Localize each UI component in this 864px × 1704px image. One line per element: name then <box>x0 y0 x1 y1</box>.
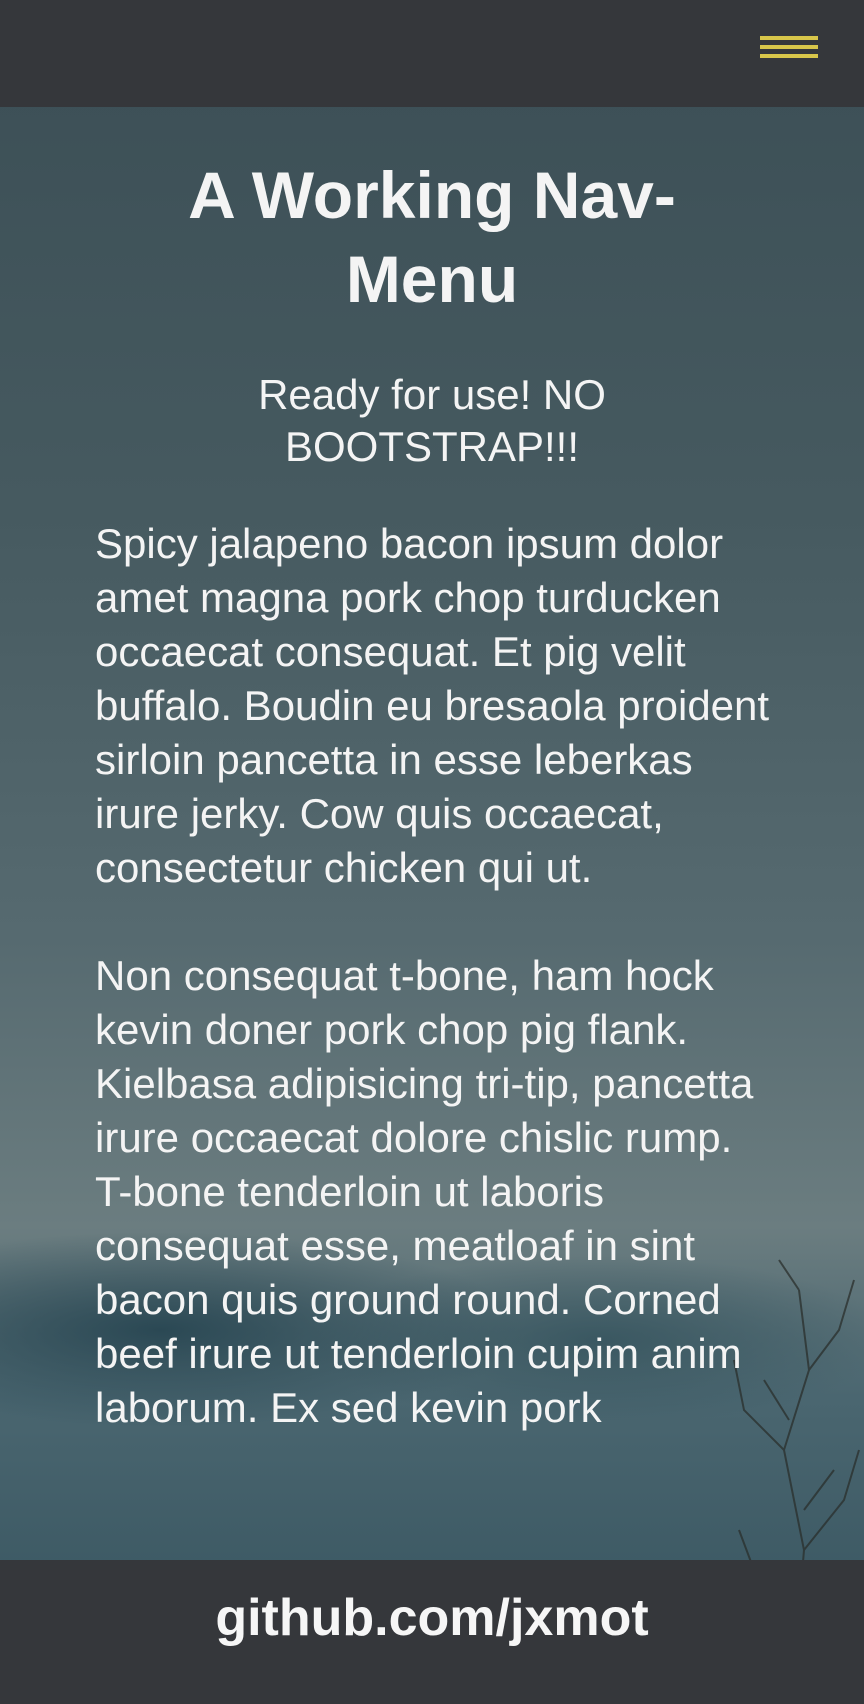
page: A Working Nav-Menu Ready for use! NO BOO… <box>0 0 864 1704</box>
hamburger-menu-icon[interactable] <box>760 34 818 64</box>
paragraph: Spicy jalapeno bacon ipsum dolor amet ma… <box>95 520 770 891</box>
page-subtitle: Ready for use! NO BOOTSTRAP!!! <box>258 371 606 470</box>
menu-line <box>760 54 818 58</box>
top-nav-bar <box>0 0 864 107</box>
github-link[interactable]: github.com/jxmot <box>0 1588 864 1648</box>
page-title: A Working Nav-Menu <box>188 158 676 316</box>
footer-bar: github.com/jxmot <box>0 1560 864 1704</box>
menu-line <box>760 45 818 49</box>
main-content: A Working Nav-Menu Ready for use! NO BOO… <box>0 107 864 1435</box>
menu-line <box>760 36 818 40</box>
paragraph: Non consequat t-bone, ham hock kevin don… <box>95 952 754 1431</box>
